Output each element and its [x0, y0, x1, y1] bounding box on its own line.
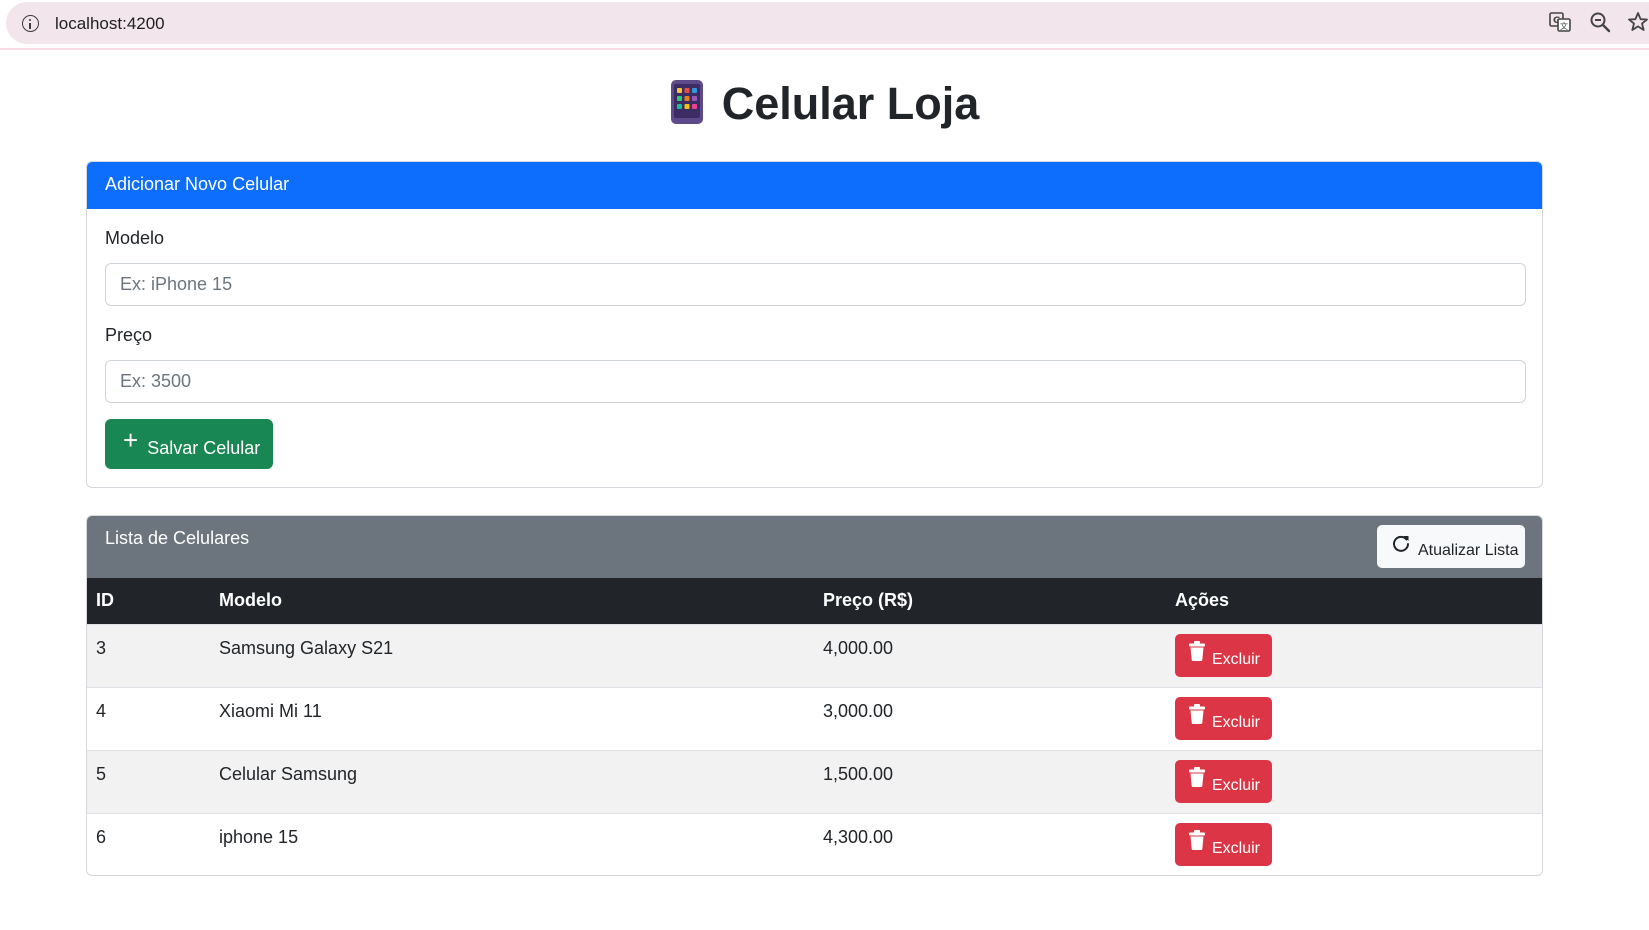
cell-preco: 4,000.00 — [814, 623, 1166, 687]
trash-icon — [1189, 767, 1205, 787]
refresh-list-button[interactable]: Atualizar Lista — [1377, 525, 1525, 568]
refresh-list-label: Atualizar Lista — [1418, 541, 1519, 559]
cell-acoes: Excluir — [1166, 686, 1542, 750]
cell-modelo: Celular Samsung — [210, 749, 814, 813]
preco-input[interactable] — [105, 360, 1526, 403]
cell-acoes: Excluir — [1166, 812, 1542, 875]
translate-icon[interactable]: G 文 — [1548, 10, 1572, 34]
preco-label: Preço — [105, 325, 153, 345]
delete-button[interactable]: Excluir — [1175, 759, 1272, 803]
cell-id: 5 — [87, 749, 210, 813]
cell-modelo: iphone 15 — [210, 812, 814, 875]
add-phone-card-header: Adicionar Novo Celular — [87, 162, 1542, 209]
table-row: 5 Celular Samsung 1,500.00 Excluir — [87, 749, 1542, 813]
cell-id: 3 — [87, 623, 210, 687]
table-header-row: ID Modelo Preço (R$) Ações — [87, 578, 1542, 624]
delete-button[interactable]: Excluir — [1175, 822, 1272, 866]
phone-list-card: Lista de Celulares Atualizar Lista ID Mo… — [86, 515, 1543, 876]
column-header-id: ID — [96, 590, 114, 611]
delete-label: Excluir — [1212, 714, 1261, 731]
delete-label: Excluir — [1212, 777, 1261, 794]
phone-list-title: Lista de Celulares — [105, 528, 250, 548]
cell-preco: 3,000.00 — [814, 686, 1166, 750]
star-icon[interactable] — [1626, 10, 1649, 34]
cell-preco: 1,500.00 — [814, 749, 1166, 813]
table-row: 4 Xiaomi Mi 11 3,000.00 Excluir — [87, 686, 1542, 750]
mobile-phone-emoji — [670, 80, 703, 124]
column-header-acoes: Ações — [1175, 590, 1230, 611]
cell-modelo: Xiaomi Mi 11 — [210, 686, 814, 750]
page-title: Celular Loja — [0, 78, 1649, 140]
phone-table: ID Modelo Preço (R$) Ações 3 Samsung Gal… — [87, 578, 1542, 875]
trash-icon — [1189, 830, 1205, 850]
info-icon[interactable] — [22, 15, 39, 32]
toolbar-divider — [0, 48, 1649, 50]
cell-modelo: Samsung Galaxy S21 — [210, 623, 814, 687]
cell-acoes: Excluir — [1166, 623, 1542, 687]
modelo-input[interactable] — [105, 263, 1526, 306]
url-text[interactable]: localhost:4200 — [55, 14, 165, 34]
add-phone-card: Adicionar Novo Celular Modelo Preço + Sa… — [86, 161, 1543, 488]
trash-icon — [1189, 641, 1205, 661]
cell-acoes: Excluir — [1166, 749, 1542, 813]
cell-id: 6 — [87, 812, 210, 875]
table-row: 6 iphone 15 4,300.00 Excluir — [87, 812, 1542, 875]
zoom-out-icon[interactable] — [1588, 10, 1612, 34]
refresh-icon — [1393, 535, 1409, 552]
delete-label: Excluir — [1212, 651, 1261, 668]
save-phone-label: Salvar Celular — [147, 437, 261, 458]
svg-text:文: 文 — [1560, 21, 1568, 31]
address-bar[interactable]: localhost:4200 — [6, 2, 1649, 44]
page-title-text: Celular Loja — [721, 78, 980, 129]
column-header-preco: Preço (R$) — [823, 590, 914, 611]
browser-toolbar: localhost:4200 G 文 — [0, 0, 1649, 50]
save-phone-button[interactable]: + Salvar Celular — [105, 419, 273, 469]
modelo-label: Modelo — [105, 228, 165, 248]
cell-preco: 4,300.00 — [814, 812, 1166, 875]
delete-label: Excluir — [1212, 840, 1261, 857]
column-header-modelo: Modelo — [219, 590, 282, 611]
delete-button[interactable]: Excluir — [1175, 696, 1272, 740]
trash-icon — [1189, 704, 1205, 724]
phone-list-card-header: Lista de Celulares Atualizar Lista — [87, 516, 1542, 578]
plus-icon: + — [123, 425, 139, 455]
cell-id: 4 — [87, 686, 210, 750]
table-row: 3 Samsung Galaxy S21 4,000.00 Excluir — [87, 623, 1542, 687]
delete-button[interactable]: Excluir — [1175, 633, 1272, 677]
